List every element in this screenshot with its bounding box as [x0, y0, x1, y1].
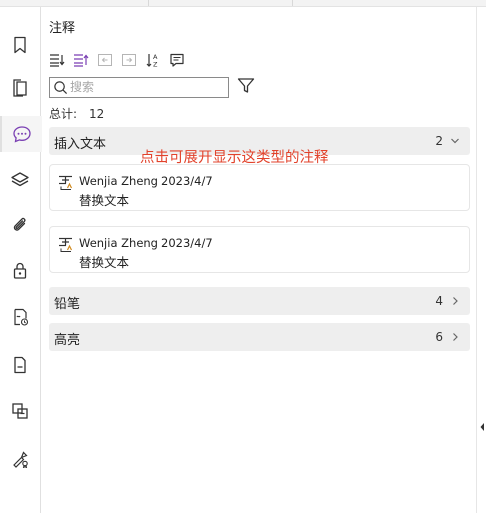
comment-card[interactable]: Wenjia Zheng 2023/4/7 替换文本 — [49, 164, 470, 211]
attachment-icon — [13, 217, 26, 231]
comment-text: 替换文本 — [79, 255, 130, 270]
document-icon — [14, 356, 26, 374]
certificate-button[interactable] — [0, 440, 40, 476]
top-strip — [0, 0, 486, 7]
comments-toolbar: AZ — [49, 51, 185, 69]
expand-all-button[interactable] — [49, 52, 65, 68]
comment-author: Wenjia Zheng — [79, 174, 158, 188]
pages-button[interactable] — [0, 70, 40, 106]
expand-all-icon — [50, 54, 65, 67]
collapse-all-button[interactable] — [73, 52, 89, 68]
compare-button[interactable] — [0, 393, 40, 429]
group-name: 铅笔 — [54, 297, 81, 312]
collapse-all-icon — [74, 54, 89, 67]
replace-text-icon — [59, 175, 73, 190]
chevron-down-icon — [451, 138, 459, 144]
next-icon — [122, 54, 136, 66]
layers-icon — [11, 172, 29, 187]
filter-button[interactable] — [237, 77, 255, 95]
group-count: 6 — [435, 330, 443, 344]
comment-author: Wenjia Zheng — [79, 236, 158, 250]
group-count: 2 — [435, 134, 443, 148]
group-pencil[interactable]: 铅笔 4 — [49, 287, 470, 315]
chevron-right-icon — [453, 333, 458, 341]
comments-button[interactable] — [0, 116, 42, 152]
comment-date: 2023/4/7 — [161, 236, 213, 250]
search-input[interactable] — [70, 79, 220, 94]
svg-text:Z: Z — [153, 61, 158, 69]
search-box[interactable] — [49, 77, 229, 98]
layers-button[interactable] — [0, 162, 40, 198]
replace-text-icon — [59, 237, 73, 252]
signature-verify-icon — [14, 308, 29, 326]
comment-card[interactable]: Wenjia Zheng 2023/4/7 替换文本 — [49, 226, 470, 273]
bookmark-icon — [14, 36, 26, 54]
panel-title: 注释 — [49, 21, 76, 36]
group-name: 高亮 — [54, 333, 81, 348]
comment-summary-icon — [170, 53, 184, 67]
comment-summary-button[interactable] — [169, 52, 185, 68]
filter-icon — [237, 78, 255, 93]
group-count: 4 — [435, 294, 443, 308]
sort-icon: AZ — [146, 53, 158, 69]
tab-separator — [148, 0, 149, 6]
next-comment-button[interactable] — [121, 52, 137, 68]
bookmarks-button[interactable] — [0, 27, 40, 63]
total-count: 总计: 12 — [49, 105, 104, 122]
pages-icon — [13, 79, 27, 97]
previous-comment-button[interactable] — [97, 52, 113, 68]
certificate-icon — [13, 451, 28, 468]
security-button[interactable] — [0, 252, 40, 288]
document-properties-button[interactable] — [0, 347, 40, 383]
search-icon — [54, 81, 68, 95]
chevron-right-icon — [453, 297, 458, 305]
lock-icon — [13, 262, 27, 279]
group-highlight[interactable]: 高亮 6 — [49, 323, 470, 351]
total-value: 12 — [89, 107, 105, 121]
comments-panel: 注释 AZ 总计:12 插入文本 2 点击可展开显示这 — [41, 7, 476, 513]
comment-text: 替换文本 — [79, 193, 130, 208]
sort-button[interactable]: AZ — [145, 52, 161, 68]
signatures-button[interactable] — [0, 299, 40, 335]
compare-icon — [12, 403, 28, 419]
comments-icon — [13, 126, 31, 143]
previous-icon — [98, 54, 112, 66]
total-label: 总计: — [49, 107, 78, 121]
collapse-panel-handle[interactable] — [479, 420, 485, 434]
attachments-button[interactable] — [0, 207, 40, 243]
side-icon-rail — [0, 7, 42, 513]
panel-divider — [476, 7, 477, 513]
tab-separator — [292, 0, 293, 6]
group-name: 插入文本 — [54, 137, 107, 152]
comment-date: 2023/4/7 — [161, 174, 213, 188]
